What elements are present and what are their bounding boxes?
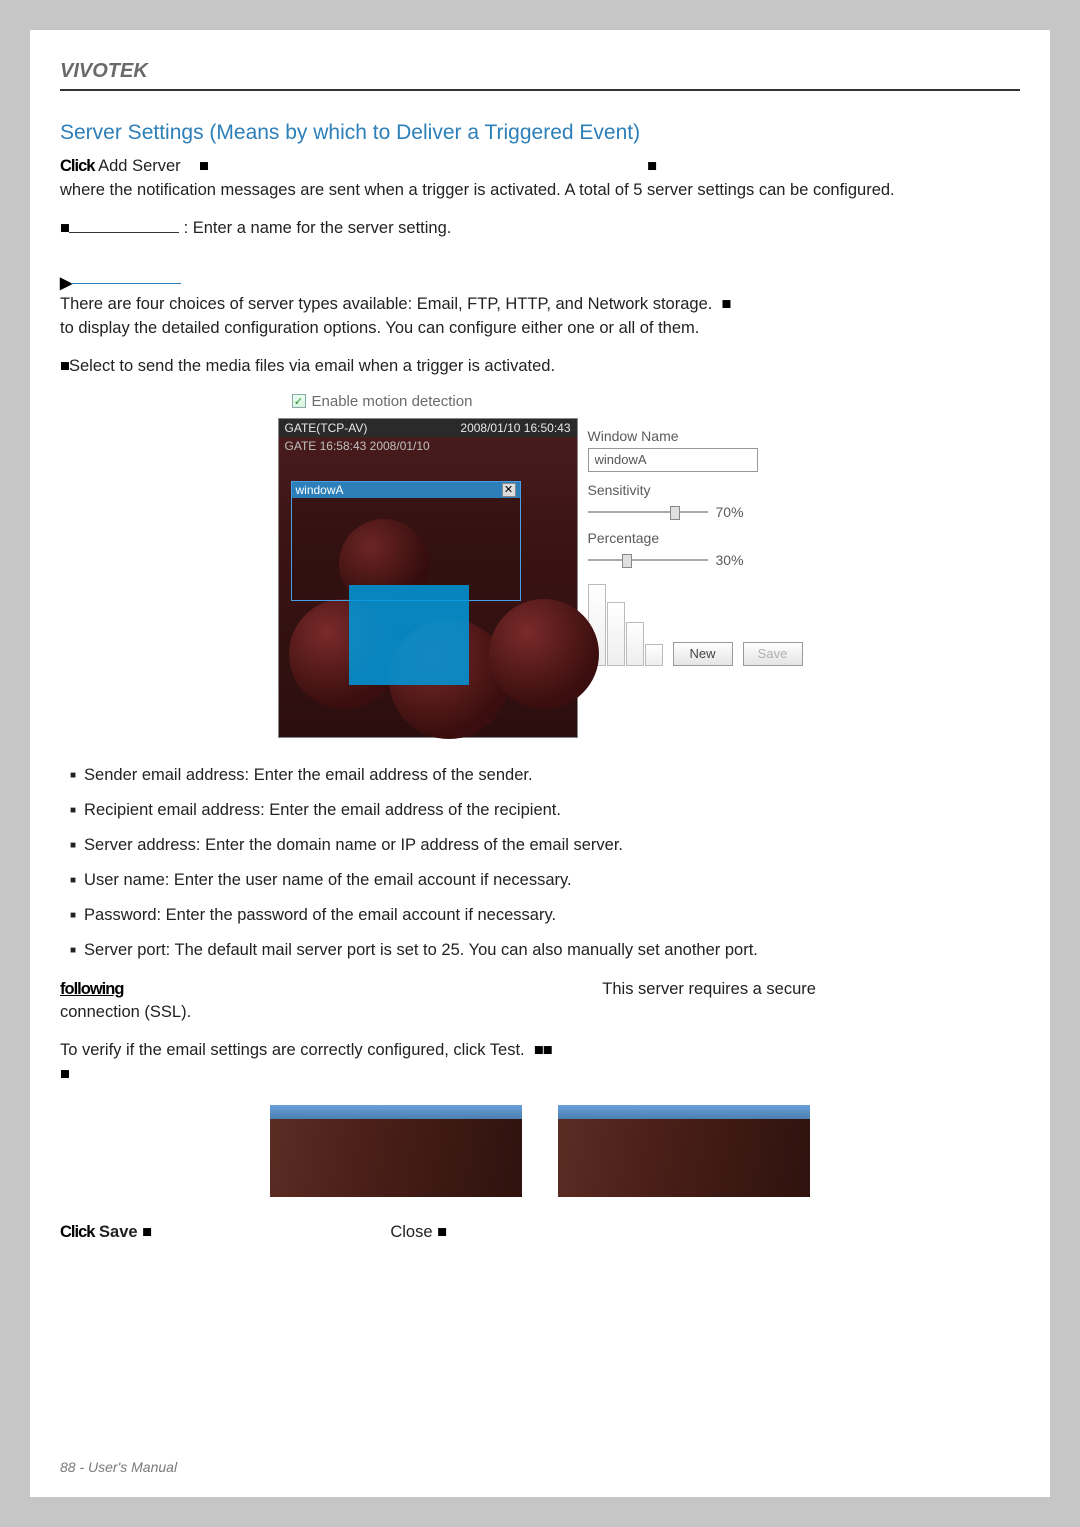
window-name-label: Window Name <box>588 428 803 444</box>
list-item: Server address: Enter the domain name or… <box>70 836 1020 855</box>
new-button[interactable]: New <box>673 642 733 666</box>
ssl-paragraph: following This server requires a secure … <box>60 978 1020 1026</box>
bottom-line: Click Save ■ Close ■ <box>60 1223 1020 1242</box>
list-item: Sender email address: Enter the email ad… <box>70 766 1020 785</box>
page-footer: 88 - User's Manual <box>60 1459 177 1475</box>
verify-img-2 <box>558 1105 810 1197</box>
save-button-panel[interactable]: Save <box>743 642 803 666</box>
server-name-row: ■ : Enter a name for the server setting. <box>60 217 1020 241</box>
percentage-value: 30% <box>716 552 744 568</box>
list-item: Server port: The default mail server por… <box>70 941 1020 960</box>
server-type-line2: to display the detailed configuration op… <box>60 319 699 337</box>
server-type-line1: There are four choices of server types a… <box>60 295 712 313</box>
save-label: Save <box>99 1223 138 1241</box>
server-name-hint: : Enter a name for the server setting. <box>184 219 452 237</box>
level-bars <box>588 584 663 666</box>
cam-sub: GATE 16:58:43 2008/01/10 <box>279 437 577 455</box>
camera-preview[interactable]: GATE(TCP-AV) 2008/01/10 16:50:43 GATE 16… <box>278 418 578 738</box>
add-server-label: Add Server <box>98 157 181 175</box>
intro-paragraph: Click Add Server ■ ■ where the notificat… <box>60 155 1020 203</box>
percentage-slider[interactable] <box>588 552 708 568</box>
list-item: Password: Enter the password of the emai… <box>70 906 1020 925</box>
verify-img-1 <box>270 1105 522 1197</box>
window-name-input[interactable] <box>588 448 758 472</box>
email-field-list: Sender email address: Enter the email ad… <box>70 766 1020 960</box>
motion-selection[interactable] <box>349 585 469 685</box>
email-select-text: Select to send the media files via email… <box>69 357 555 375</box>
email-select-line: ■Select to send the media files via emai… <box>60 355 1020 379</box>
verify-paragraph: To verify if the email settings are corr… <box>60 1039 1020 1087</box>
motion-window[interactable]: windowA ✕ <box>291 481 521 601</box>
list-item: Recipient email address: Enter the email… <box>70 801 1020 820</box>
motion-detection-panel: ✓ Enable motion detection GATE(TCP-AV) 2… <box>278 393 803 738</box>
brand-logo: VIVOTEK <box>60 60 148 82</box>
cam-title-left: GATE(TCP-AV) <box>285 421 368 435</box>
list-item: User name: Enter the user name of the em… <box>70 871 1020 890</box>
verify-screenshots <box>60 1105 1020 1197</box>
server-type-heading: ▶ <box>60 273 1020 293</box>
close-icon[interactable]: ✕ <box>502 483 516 497</box>
enable-motion-label: Enable motion detection <box>312 393 473 410</box>
sensitivity-label: Sensitivity <box>588 482 803 498</box>
intro-rest: where the notification messages are sent… <box>60 181 895 199</box>
click-prefix: Click <box>60 157 94 175</box>
motion-window-label: windowA <box>296 483 344 497</box>
sensitivity-slider[interactable] <box>588 504 708 520</box>
verify-line1: To verify if the email settings are corr… <box>60 1041 525 1059</box>
section-title: Server Settings (Means by which to Deliv… <box>60 121 1020 145</box>
ssl-line2: connection (SSL). <box>60 1003 191 1021</box>
percentage-label: Percentage <box>588 530 803 546</box>
cam-title-right: 2008/01/10 16:50:43 <box>460 421 570 435</box>
click-prefix-2: Click <box>60 1223 94 1241</box>
server-type-para: There are four choices of server types a… <box>60 293 1020 341</box>
ssl-tail: This server requires a secure <box>602 980 816 998</box>
enable-motion-checkbox[interactable]: ✓ <box>292 394 306 408</box>
sensitivity-value: 70% <box>716 504 744 520</box>
close-label: Close <box>390 1223 432 1241</box>
